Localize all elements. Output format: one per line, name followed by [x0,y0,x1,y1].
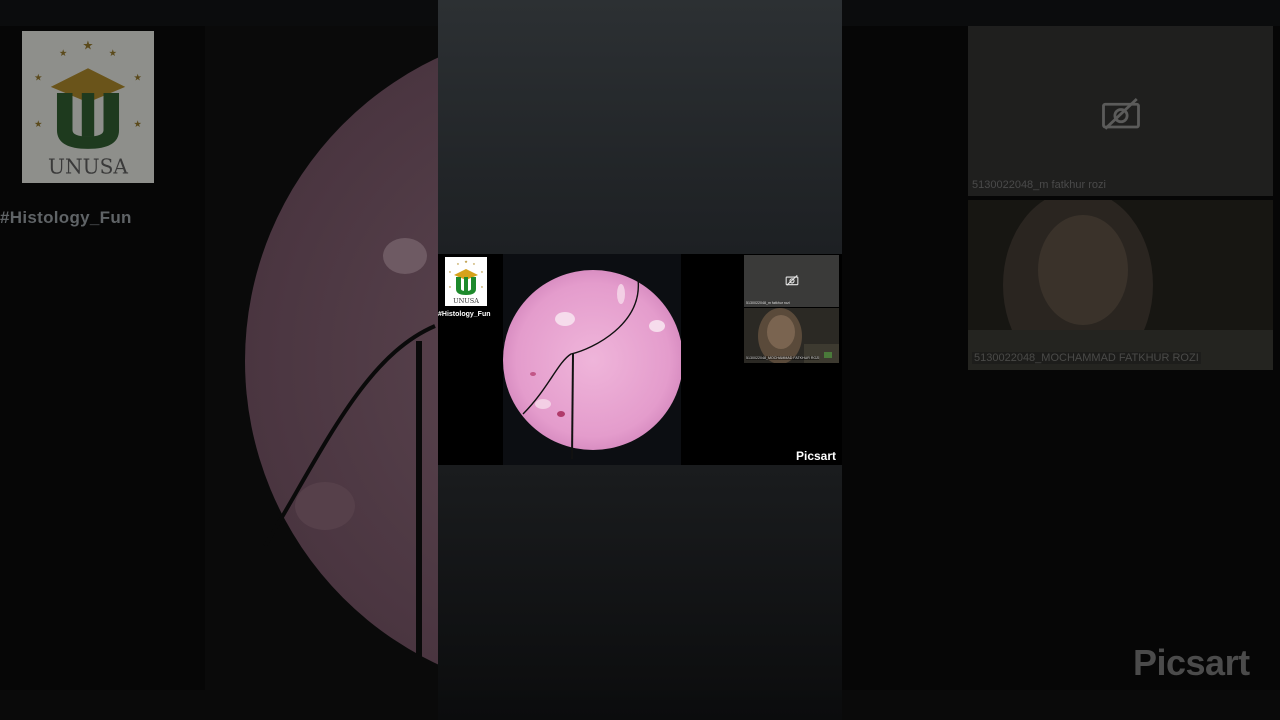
background-tile-name: 5130022048_m fatkhur rozi [972,179,1106,191]
svg-text:★: ★ [464,259,468,264]
background-slide-image [205,26,445,690]
meeting-screenshot: ★ ★ ★ ★ ★ ★ ★ UNUSA #Histology_Fun 51300… [438,254,842,465]
svg-text:★: ★ [133,119,141,130]
participant-video-tile: 5130022048_MOCHAMMAD FATKHUR ROZI [744,308,839,363]
svg-text:★: ★ [34,119,42,130]
camera-off-icon [1102,97,1140,130]
center-frame: ★ ★ ★ ★ ★ ★ ★ UNUSA #Histology_Fun 51300… [438,0,842,720]
svg-text:★: ★ [473,262,476,266]
participant-name-label: 5130022048_m fatkhur rozi [746,301,790,305]
svg-text:★: ★ [457,262,460,266]
unusa-logo-icon: ★ ★ ★ ★ ★ ★ ★ UNUSA [445,257,487,306]
camera-off-icon [785,274,799,286]
background-watermark: Picsart [1133,642,1250,683]
svg-text:★: ★ [449,285,452,289]
svg-text:★: ★ [82,38,93,53]
svg-text:UNUSA: UNUSA [48,155,128,179]
svg-text:★: ★ [34,73,42,84]
background-video-name: 5130022048_MOCHAMMAD FATKHUR ROZI [972,352,1201,364]
histology-slide-image [503,254,681,465]
svg-text:★: ★ [449,270,452,274]
camera-off-tile: 5130022048_m fatkhur rozi [744,255,839,307]
svg-text:★: ★ [109,48,117,59]
background-hashtag: #Histology_Fun [0,208,132,227]
svg-text:★: ★ [133,73,141,84]
center-lower-area [438,465,842,720]
picsart-watermark: Picsart [796,449,837,463]
background-logo: ★ ★ ★ ★ ★ ★ ★ UNUSA [22,31,154,183]
background-video-tile [968,200,1273,370]
svg-text:★: ★ [59,48,67,59]
background-camera-off-tile [968,26,1273,196]
svg-text:★: ★ [481,270,484,274]
hashtag-label: #Histology_Fun [438,311,491,318]
svg-text:UNUSA: UNUSA [453,297,479,305]
svg-text:★: ★ [481,285,484,289]
participant-video-name: 5130022048_MOCHAMMAD FATKHUR ROZI [746,356,820,360]
